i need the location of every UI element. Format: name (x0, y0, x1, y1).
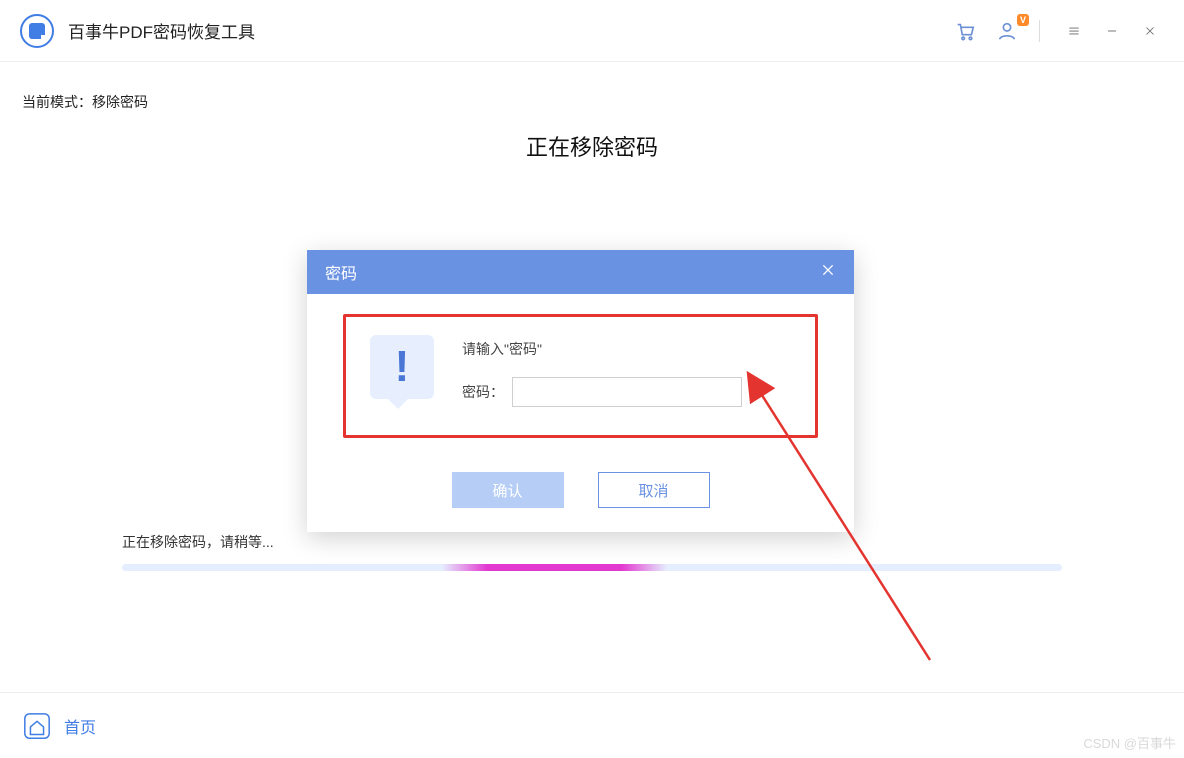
main-content: 当前模式：移除密码 正在移除密码 密码 ! 请输入"密码" 密码： (0, 62, 1184, 688)
annotation-highlight: ! 请输入"密码" 密码： (343, 314, 818, 438)
page-heading: 正在移除密码 (20, 130, 1164, 162)
progress-area: 正在移除密码，请稍等... (122, 532, 1062, 571)
password-input[interactable] (512, 377, 742, 407)
mode-value: 移除密码 (92, 94, 148, 110)
home-label: 首页 (64, 714, 96, 738)
progress-fill (442, 564, 668, 571)
home-icon (22, 711, 52, 741)
mode-label: 当前模式： (22, 94, 92, 110)
cart-icon[interactable] (951, 17, 979, 45)
alert-glyph: ! (395, 342, 410, 392)
confirm-button[interactable]: 确认 (452, 472, 564, 508)
user-icon[interactable]: V (993, 17, 1021, 45)
cancel-button[interactable]: 取消 (598, 472, 710, 508)
progress-text: 正在移除密码，请稍等... (122, 532, 1062, 552)
minimize-button[interactable] (1098, 17, 1126, 45)
mode-line: 当前模式：移除密码 (22, 92, 1164, 112)
dialog-header: 密码 (307, 250, 854, 294)
title-bar: 百事牛PDF密码恢复工具 V (0, 0, 1184, 62)
dialog-title: 密码 (325, 260, 820, 284)
app-logo (20, 14, 54, 48)
progress-bar (122, 564, 1062, 571)
alert-icon: ! (370, 335, 434, 399)
vip-badge: V (1017, 14, 1029, 26)
close-button[interactable] (1136, 17, 1164, 45)
menu-icon[interactable] (1060, 17, 1088, 45)
prompt-text: 请输入"密码" (462, 339, 791, 359)
titlebar-separator (1039, 20, 1040, 42)
app-title: 百事牛PDF密码恢复工具 (68, 18, 255, 43)
close-icon[interactable] (820, 262, 836, 283)
home-link[interactable]: 首页 (22, 711, 96, 741)
password-dialog: 密码 ! 请输入"密码" 密码： 确认 取消 (307, 250, 854, 532)
footer: 首页 (0, 692, 1184, 758)
password-label: 密码： (462, 382, 504, 402)
